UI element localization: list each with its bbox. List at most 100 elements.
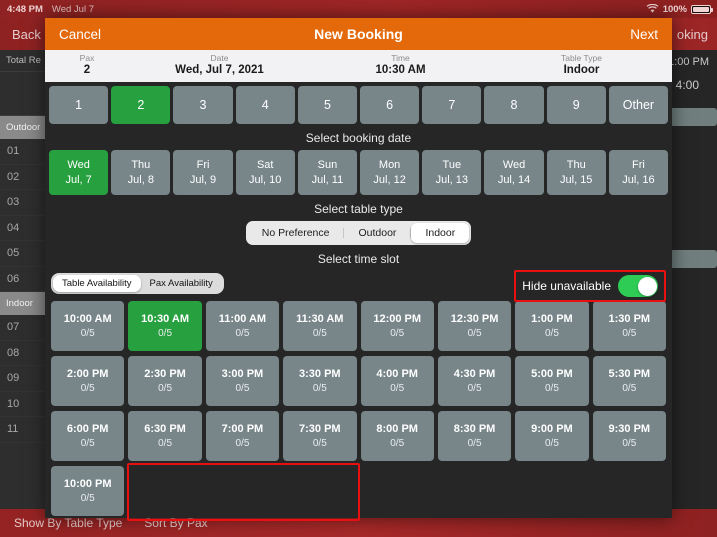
table-row[interactable]: 04 [0, 216, 45, 241]
date-day: Thu [131, 158, 151, 171]
pax-option-3[interactable]: 3 [173, 86, 233, 124]
time-slot-time: 11:00 AM [218, 313, 267, 325]
date-option-jul-13[interactable]: Tue Jul, 13 [422, 150, 482, 195]
table-row[interactable]: 03 [0, 190, 45, 216]
summary-value: Indoor [563, 63, 600, 76]
time-slot-time: 1:30 PM [608, 313, 651, 325]
time-slot-time: 6:00 PM [66, 423, 109, 435]
time-slot-time: 10:00 AM [63, 313, 112, 325]
time-slot-11-30-am[interactable]: 11:30 AM 0/5 [283, 301, 357, 351]
hide-unavailable-toggle[interactable] [618, 275, 658, 297]
date-option-jul-11[interactable]: Sun Jul, 11 [297, 150, 358, 195]
table-row[interactable]: 05 [0, 241, 45, 267]
cancel-button[interactable]: Cancel [59, 27, 101, 42]
time-slot-time: 10:00 PM [63, 478, 112, 490]
date-option-jul-12[interactable]: Mon Jul, 12 [360, 150, 420, 195]
date-option-jul-10[interactable]: Sat Jul, 10 [235, 150, 295, 195]
show-by-table-type-button[interactable]: Show By Table Type [14, 516, 122, 530]
time-slot-capacity: 0/5 [467, 328, 482, 339]
time-slot-9-00-pm[interactable]: 9:00 PM 0/5 [515, 411, 589, 461]
date-option-jul-9[interactable]: Fri Jul, 9 [173, 150, 233, 195]
date-day: Thu [566, 158, 586, 171]
summary-cell-time: Time 10:30 AM [310, 50, 491, 82]
table-row[interactable]: 11 [0, 417, 45, 443]
time-slot-9-30-pm[interactable]: 9:30 PM 0/5 [592, 411, 666, 461]
availability-mode-pax-availability[interactable]: Pax Availability [141, 275, 222, 292]
time-slot-8-00-pm[interactable]: 8:00 PM 0/5 [360, 411, 434, 461]
pax-option-5[interactable]: 5 [297, 86, 358, 124]
time-slot-5-00-pm[interactable]: 5:00 PM 0/5 [515, 356, 589, 406]
pax-option-2[interactable]: 2 [111, 86, 171, 124]
time-slot-section-title: Select time slot [317, 252, 400, 266]
time-slot-3-00-pm[interactable]: 3:00 PM 0/5 [205, 356, 280, 406]
summary-label: Date [210, 52, 229, 63]
table-row[interactable]: 01 [0, 139, 45, 165]
time-slot-12-30-pm[interactable]: 12:30 PM 0/5 [437, 301, 512, 351]
table-row[interactable]: 02 [0, 165, 45, 190]
new-booking-button[interactable]: oking [677, 27, 708, 42]
table-row[interactable]: 06 [0, 267, 45, 292]
date-option-jul-14[interactable]: Wed Jul, 14 [484, 150, 544, 195]
date-date: Jul, 15 [560, 173, 593, 186]
table-type-no-preference[interactable]: No Preference [248, 223, 344, 243]
date-option-jul-16[interactable]: Fri Jul, 16 [608, 150, 669, 195]
availability-mode-table-availability[interactable]: Table Availability [53, 275, 141, 292]
time-slot-capacity: 0/5 [467, 438, 482, 449]
time-slot-5-30-pm[interactable]: 5:30 PM 0/5 [592, 356, 666, 406]
time-slot-10-30-am[interactable]: 10:30 AM 0/5 [128, 301, 202, 351]
pax-option-4[interactable]: 4 [235, 86, 295, 124]
date-date: Jul, 8 [127, 173, 154, 186]
time-slot-4-30-pm[interactable]: 4:30 PM 0/5 [437, 356, 512, 406]
time-slot-11-00-am[interactable]: 11:00 AM 0/5 [205, 301, 280, 351]
hide-unavailable-control[interactable]: Hide unavailable [514, 270, 666, 302]
time-slot-7-00-pm[interactable]: 7:00 PM 0/5 [205, 411, 280, 461]
time-slot-time: 12:30 PM [450, 313, 499, 325]
time-slot-2-00-pm[interactable]: 2:00 PM 0/5 [51, 356, 125, 406]
time-slot-6-30-pm[interactable]: 6:30 PM 0/5 [128, 411, 202, 461]
time-slot-1-30-pm[interactable]: 1:30 PM 0/5 [592, 301, 666, 351]
time-slot-1-00-pm[interactable]: 1:00 PM 0/5 [515, 301, 589, 351]
date-date: Jul, 14 [497, 173, 531, 186]
summary-label: Time [391, 52, 410, 63]
table-section-header-indoor: Indoor [0, 292, 45, 315]
time-slot-2-30-pm[interactable]: 2:30 PM 0/5 [128, 356, 202, 406]
time-slot-capacity: 0/5 [622, 438, 637, 449]
time-slot-8-30-pm[interactable]: 8:30 PM 0/5 [437, 411, 512, 461]
time-slot-12-00-pm[interactable]: 12:00 PM 0/5 [360, 301, 434, 351]
back-button[interactable]: Back [12, 27, 41, 42]
battery-percent: 100% [662, 3, 687, 15]
time-slot-4-00-pm[interactable]: 4:00 PM 0/5 [360, 356, 434, 406]
time-slot-capacity: 0/5 [80, 438, 95, 449]
pax-option-1[interactable]: 1 [49, 86, 109, 124]
time-slot-capacity: 0/5 [235, 438, 250, 449]
pax-option-8[interactable]: 8 [484, 86, 544, 124]
status-bar: 4:48 PM Wed Jul 7 100% [0, 0, 717, 18]
time-slot-6-00-pm[interactable]: 6:00 PM 0/5 [51, 411, 125, 461]
date-option-jul-8[interactable]: Thu Jul, 8 [111, 150, 171, 195]
time-slot-capacity: 0/5 [312, 328, 327, 339]
pax-option-other[interactable]: Other [608, 86, 669, 124]
date-option-jul-7[interactable]: Wed Jul, 7 [49, 150, 109, 195]
time-slot-time: 4:30 PM [453, 368, 496, 380]
pax-option-9[interactable]: 9 [546, 86, 606, 124]
pax-option-6[interactable]: 6 [360, 86, 420, 124]
pax-option-7[interactable]: 7 [422, 86, 482, 124]
table-type-indoor[interactable]: Indoor [411, 223, 470, 243]
timeline-header-2: 4:00 [675, 78, 699, 92]
date-date: Jul, 11 [311, 173, 344, 186]
date-date: Jul, 7 [65, 173, 92, 186]
date-section-title: Select booking date [305, 131, 412, 145]
table-row[interactable]: 09 [0, 366, 45, 392]
table-row[interactable]: 10 [0, 392, 45, 417]
table-row[interactable]: 07 [0, 315, 45, 341]
date-option-jul-15[interactable]: Thu Jul, 15 [546, 150, 606, 195]
table-row[interactable]: 08 [0, 341, 45, 366]
table-type-outdoor[interactable]: Outdoor [344, 223, 410, 243]
time-slot-10-00-am[interactable]: 10:00 AM 0/5 [51, 301, 125, 351]
next-button[interactable]: Next [630, 27, 658, 42]
time-slot-time: 9:00 PM [531, 423, 573, 435]
time-slot-7-30-pm[interactable]: 7:30 PM 0/5 [283, 411, 357, 461]
time-slot-3-30-pm[interactable]: 3:30 PM 0/5 [283, 356, 357, 406]
time-slot-10-00-pm[interactable]: 10:00 PM 0/5 [51, 466, 125, 516]
date-selector: Wed Jul, 7 Thu Jul, 8 Fri Jul, 9 Sat Jul, 10 Sun… [45, 150, 672, 195]
